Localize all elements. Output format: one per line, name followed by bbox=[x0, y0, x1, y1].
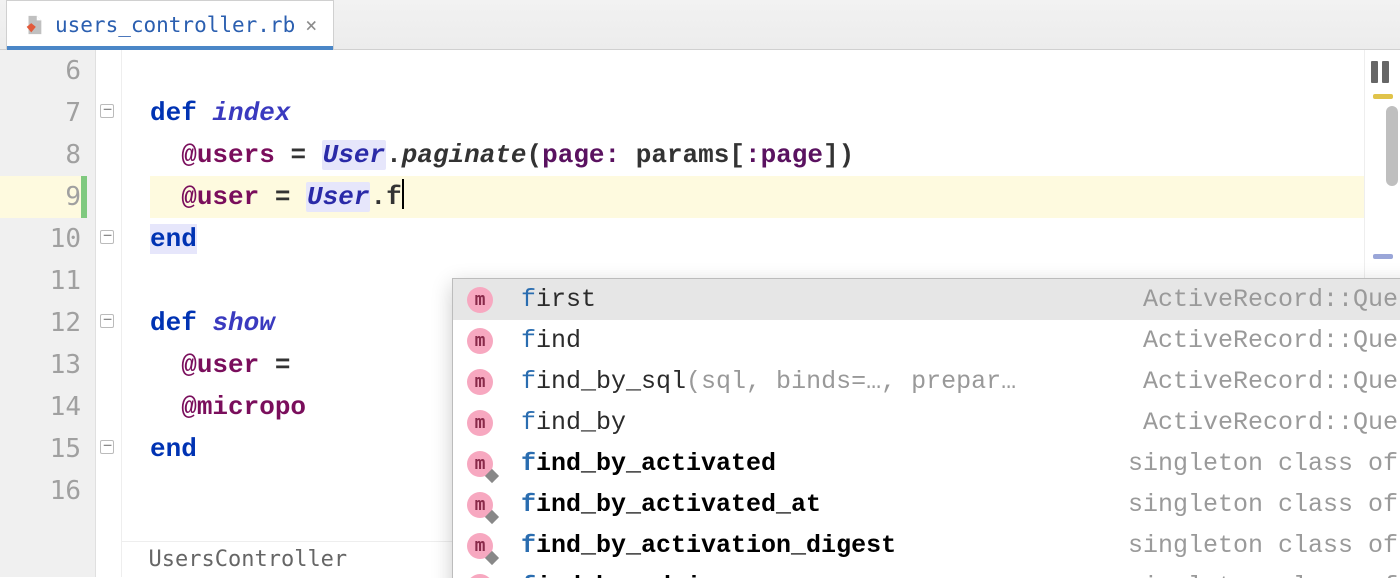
text: ( bbox=[527, 140, 543, 170]
completion-label: find_by_sql(sql, binds=…, prepar… bbox=[521, 361, 1131, 402]
ruby-file-icon bbox=[23, 14, 45, 36]
method-icon: m bbox=[467, 369, 493, 395]
method-name: show bbox=[212, 308, 274, 338]
text-caret bbox=[402, 179, 404, 209]
fold-toggle[interactable] bbox=[100, 314, 114, 328]
completion-label: find_by_activated_at bbox=[521, 484, 1116, 525]
symbol: page: bbox=[542, 140, 620, 170]
completion-label: find_by_admin bbox=[521, 566, 1116, 578]
line-number: 13 bbox=[50, 350, 81, 380]
ivar: @user bbox=[181, 182, 259, 212]
completion-label: find bbox=[521, 320, 1131, 361]
completion-item[interactable]: m find_by ActiveRecord::Querying bbox=[453, 402, 1400, 443]
completion-item[interactable]: m find ActiveRecord::Querying bbox=[453, 320, 1400, 361]
close-icon[interactable]: × bbox=[305, 13, 317, 37]
completion-label: find_by_activation_digest bbox=[521, 525, 1116, 566]
completion-item[interactable]: m find_by_sql(sql, binds=…, prepar… Active… bbox=[453, 361, 1400, 402]
method-icon: m bbox=[467, 492, 493, 518]
warning-marker[interactable] bbox=[1373, 94, 1393, 99]
line-number: 16 bbox=[50, 476, 81, 506]
line-number: 12 bbox=[50, 308, 81, 338]
completion-source: ActiveRecord::Querying bbox=[1143, 320, 1400, 361]
text: = bbox=[259, 182, 306, 212]
completion-source: singleton class of User bbox=[1128, 566, 1400, 578]
fold-toggle[interactable] bbox=[100, 104, 114, 118]
method-icon: m bbox=[467, 574, 493, 578]
symbol: :page bbox=[745, 140, 823, 170]
breadcrumb-item[interactable]: UsersController bbox=[149, 547, 348, 572]
completion-source: singleton class of User bbox=[1128, 443, 1400, 484]
fold-toggle[interactable] bbox=[100, 230, 114, 244]
ivar: @user bbox=[181, 350, 259, 380]
change-marker[interactable] bbox=[81, 176, 87, 218]
scrollbar-thumb[interactable] bbox=[1386, 106, 1398, 186]
ivar: @users bbox=[181, 140, 275, 170]
completion-item[interactable]: m first ActiveRecord::Querying bbox=[453, 279, 1400, 320]
method-call: paginate bbox=[402, 140, 527, 170]
line-number: 14 bbox=[50, 392, 81, 422]
gutter: 6 7▮↓ 8 9 10 11 12▮↓ 13 14 15 16 bbox=[0, 50, 96, 577]
completion-source: ActiveRecord::Querying bbox=[1143, 361, 1400, 402]
tab-filename: users_controller.rb bbox=[55, 13, 295, 37]
info-marker[interactable] bbox=[1373, 254, 1393, 259]
completion-item[interactable]: m find_by_activated_at singleton class of … bbox=[453, 484, 1400, 525]
typed-text: f bbox=[386, 182, 402, 212]
completion-item[interactable]: m find_by_admin singleton class of User bbox=[453, 566, 1400, 578]
class-ref: User bbox=[306, 182, 370, 212]
method-icon: m bbox=[467, 533, 493, 559]
tab-bar: users_controller.rb × bbox=[0, 0, 1400, 50]
ivar: @micropo bbox=[181, 392, 306, 422]
method-icon: m bbox=[467, 287, 493, 313]
keyword-end: end bbox=[150, 224, 197, 254]
code-area[interactable]: def index @users = User.paginate(page: p… bbox=[122, 50, 1364, 577]
completion-item[interactable]: m find_by_activated singleton class of Use… bbox=[453, 443, 1400, 484]
editor: 6 7▮↓ 8 9 10 11 12▮↓ 13 14 15 16 def ind… bbox=[0, 50, 1400, 577]
editor-tab[interactable]: users_controller.rb × bbox=[6, 0, 334, 49]
method-name: index bbox=[212, 98, 290, 128]
fold-column bbox=[96, 50, 122, 577]
line-number: 9 bbox=[65, 182, 81, 212]
completion-source: singleton class of User bbox=[1128, 525, 1400, 566]
completion-label: find_by bbox=[521, 402, 1131, 443]
completion-label: find_by_activated bbox=[521, 443, 1116, 484]
line-number: 15 bbox=[50, 434, 81, 464]
text: . bbox=[370, 182, 386, 212]
text: params[ bbox=[620, 140, 745, 170]
line-number: 10 bbox=[50, 224, 81, 254]
completion-item[interactable]: m find_by_activation_digest singleton clas… bbox=[453, 525, 1400, 566]
text: = bbox=[259, 350, 306, 380]
line-number: 11 bbox=[50, 266, 81, 296]
text: ]) bbox=[823, 140, 854, 170]
method-icon: m bbox=[467, 451, 493, 477]
keyword-def: def bbox=[150, 308, 197, 338]
text: . bbox=[386, 140, 402, 170]
completion-label: first bbox=[521, 279, 1131, 320]
method-icon: m bbox=[467, 328, 493, 354]
fold-toggle[interactable] bbox=[100, 440, 114, 454]
keyword-end: end bbox=[150, 434, 197, 464]
keyword-def: def bbox=[150, 98, 197, 128]
completion-source: ActiveRecord::Querying bbox=[1143, 402, 1400, 443]
completion-source: ActiveRecord::Querying bbox=[1143, 279, 1400, 320]
line-number: 8 bbox=[65, 140, 81, 170]
line-number: 7 bbox=[65, 98, 81, 128]
text: = bbox=[275, 140, 322, 170]
completion-source: singleton class of User bbox=[1128, 484, 1400, 525]
line-number: 6 bbox=[65, 56, 81, 86]
class-ref: User bbox=[322, 140, 386, 170]
method-icon: m bbox=[467, 410, 493, 436]
completion-popup[interactable]: mfirstActiveRecord::QueryingmfindActiveR… bbox=[452, 278, 1400, 578]
pause-icon[interactable] bbox=[1371, 60, 1393, 82]
